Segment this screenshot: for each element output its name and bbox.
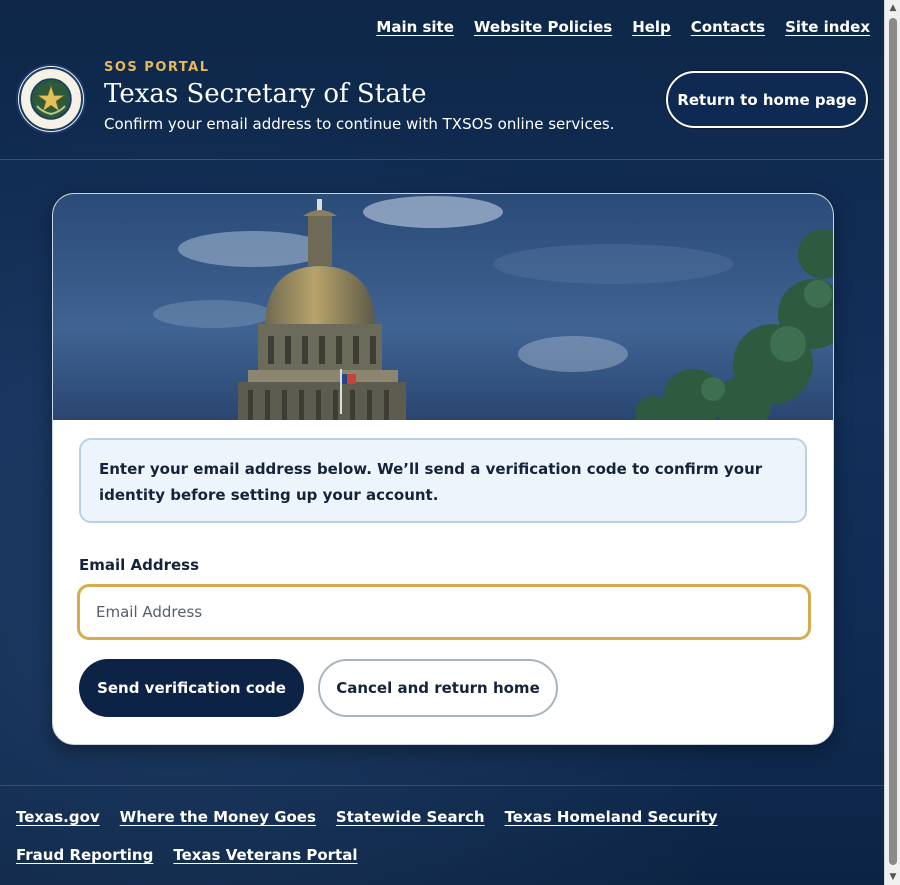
footer-link-statewide-search[interactable]: Statewide Search	[336, 808, 485, 826]
send-verification-code-button[interactable]: Send verification code	[79, 659, 304, 717]
scrollbar-thumb[interactable]	[889, 18, 897, 865]
scroll-up-arrow-icon[interactable]: ▲	[885, 0, 900, 16]
site-header: SOS PORTAL Texas Secretary of State Conf…	[104, 60, 615, 133]
top-navigation: Main site Website Policies Help Contacts…	[376, 18, 870, 36]
footer-divider	[0, 785, 884, 786]
nav-link-contacts[interactable]: Contacts	[691, 18, 765, 36]
footer-link-where-the-money-goes[interactable]: Where the Money Goes	[120, 808, 316, 826]
capitol-hero-image	[53, 194, 833, 420]
scroll-down-arrow-icon[interactable]: ▼	[885, 869, 900, 885]
nav-link-main-site[interactable]: Main site	[376, 18, 454, 36]
verification-card: Enter your email address below. We’ll se…	[52, 193, 834, 745]
cancel-return-home-button[interactable]: Cancel and return home	[318, 659, 558, 717]
footer-link-texas-homeland-security[interactable]: Texas Homeland Security	[505, 808, 718, 826]
nav-link-site-index[interactable]: Site index	[785, 18, 870, 36]
site-footer: Texas.gov Where the Money Goes Statewide…	[16, 808, 816, 864]
page-subtitle: Confirm your email address to continue w…	[104, 115, 615, 133]
nav-link-help[interactable]: Help	[632, 18, 671, 36]
nav-link-website-policies[interactable]: Website Policies	[474, 18, 612, 36]
email-field-label: Email Address	[79, 556, 200, 574]
portal-eyebrow: SOS PORTAL	[104, 60, 210, 75]
footer-link-texas-veterans-portal[interactable]: Texas Veterans Portal	[173, 846, 357, 864]
info-message-text: Enter your email address below. We’ll se…	[99, 460, 763, 504]
header-divider	[0, 159, 884, 160]
email-address-input[interactable]	[77, 584, 811, 640]
footer-link-fraud-reporting[interactable]: Fraud Reporting	[16, 846, 153, 864]
footer-link-texas-gov[interactable]: Texas.gov	[16, 808, 100, 826]
return-home-button[interactable]: Return to home page	[666, 71, 868, 128]
site-title: Texas Secretary of State	[104, 79, 427, 109]
state-seal-logo	[16, 64, 86, 134]
info-message-box: Enter your email address below. We’ll se…	[79, 438, 807, 523]
vertical-scrollbar[interactable]: ▲ ▼	[884, 0, 900, 885]
